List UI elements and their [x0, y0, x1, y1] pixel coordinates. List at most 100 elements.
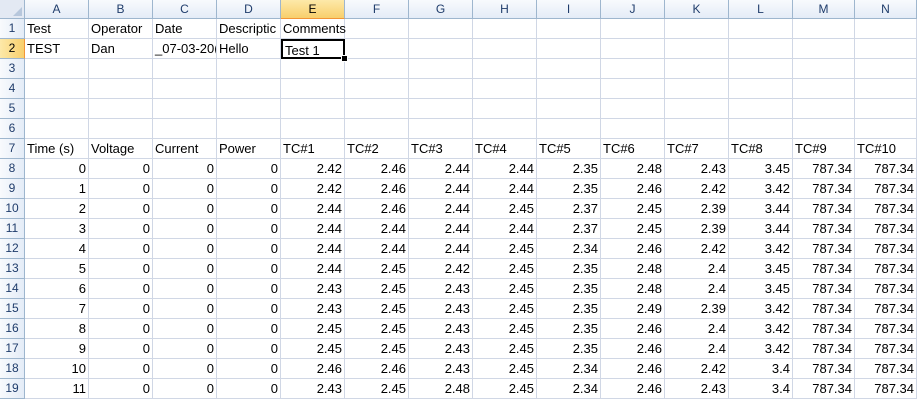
cell-n2[interactable] — [855, 39, 917, 59]
cell-l7[interactable]: TC#8 — [729, 139, 793, 159]
cell-h14[interactable]: 2.45 — [473, 279, 537, 299]
cell-n15[interactable]: 787.34 — [855, 299, 917, 319]
row-header-19[interactable]: 19 — [0, 379, 25, 399]
row-header-6[interactable]: 6 — [0, 119, 25, 139]
cell-h9[interactable]: 2.44 — [473, 179, 537, 199]
cell-h5[interactable] — [473, 99, 537, 119]
cell-d1[interactable]: Descriptic — [217, 19, 281, 39]
cell-h3[interactable] — [473, 59, 537, 79]
cell-i15[interactable]: 2.35 — [537, 299, 601, 319]
cell-c16[interactable]: 0 — [153, 319, 217, 339]
cell-n8[interactable]: 787.34 — [855, 159, 917, 179]
cell-n19[interactable]: 787.34 — [855, 379, 917, 399]
cell-m18[interactable]: 787.34 — [793, 359, 855, 379]
cell-g18[interactable]: 2.43 — [409, 359, 473, 379]
cell-j4[interactable] — [601, 79, 665, 99]
cell-g9[interactable]: 2.44 — [409, 179, 473, 199]
cell-a6[interactable] — [25, 119, 89, 139]
cell-f11[interactable]: 2.44 — [345, 219, 409, 239]
cell-g14[interactable]: 2.43 — [409, 279, 473, 299]
cell-l12[interactable]: 3.42 — [729, 239, 793, 259]
row-header-7[interactable]: 7 — [0, 139, 25, 159]
cell-i3[interactable] — [537, 59, 601, 79]
cell-j6[interactable] — [601, 119, 665, 139]
cell-j17[interactable]: 2.46 — [601, 339, 665, 359]
cell-l6[interactable] — [729, 119, 793, 139]
cell-f8[interactable]: 2.46 — [345, 159, 409, 179]
cell-h2[interactable] — [473, 39, 537, 59]
cell-c7[interactable]: Current — [153, 139, 217, 159]
cell-b3[interactable] — [89, 59, 153, 79]
cell-e9[interactable]: 2.42 — [281, 179, 345, 199]
cell-m11[interactable]: 787.34 — [793, 219, 855, 239]
cell-h10[interactable]: 2.45 — [473, 199, 537, 219]
cell-i14[interactable]: 2.35 — [537, 279, 601, 299]
cell-f13[interactable]: 2.45 — [345, 259, 409, 279]
cell-k10[interactable]: 2.39 — [665, 199, 729, 219]
cell-m3[interactable] — [793, 59, 855, 79]
row-header-15[interactable]: 15 — [0, 299, 25, 319]
column-header-j[interactable]: J — [601, 0, 665, 19]
active-cell-e2[interactable]: Test 1 — [281, 39, 345, 59]
row-header-17[interactable]: 17 — [0, 339, 25, 359]
cell-b1[interactable]: Operator — [89, 19, 153, 39]
cell-g15[interactable]: 2.43 — [409, 299, 473, 319]
cell-n16[interactable]: 787.34 — [855, 319, 917, 339]
cell-i2[interactable] — [537, 39, 601, 59]
cell-g5[interactable] — [409, 99, 473, 119]
row-header-3[interactable]: 3 — [0, 59, 25, 79]
cell-j9[interactable]: 2.46 — [601, 179, 665, 199]
cell-i4[interactable] — [537, 79, 601, 99]
cell-g1[interactable] — [409, 19, 473, 39]
cell-i19[interactable]: 2.34 — [537, 379, 601, 399]
cell-a12[interactable]: 4 — [25, 239, 89, 259]
cell-j10[interactable]: 2.45 — [601, 199, 665, 219]
cell-e10[interactable]: 2.44 — [281, 199, 345, 219]
cell-a9[interactable]: 1 — [25, 179, 89, 199]
cell-d5[interactable] — [217, 99, 281, 119]
cell-f9[interactable]: 2.46 — [345, 179, 409, 199]
cell-n3[interactable] — [855, 59, 917, 79]
cell-i16[interactable]: 2.35 — [537, 319, 601, 339]
column-header-l[interactable]: L — [729, 0, 793, 19]
cell-d6[interactable] — [217, 119, 281, 139]
cell-n12[interactable]: 787.34 — [855, 239, 917, 259]
cell-a13[interactable]: 5 — [25, 259, 89, 279]
cell-c10[interactable]: 0 — [153, 199, 217, 219]
cell-h18[interactable]: 2.45 — [473, 359, 537, 379]
cell-c14[interactable]: 0 — [153, 279, 217, 299]
cell-m10[interactable]: 787.34 — [793, 199, 855, 219]
cell-h8[interactable]: 2.44 — [473, 159, 537, 179]
cell-d7[interactable]: Power — [217, 139, 281, 159]
cell-b2[interactable]: Dan — [89, 39, 153, 59]
cell-c17[interactable]: 0 — [153, 339, 217, 359]
cell-m1[interactable] — [793, 19, 855, 39]
cell-e3[interactable] — [281, 59, 345, 79]
cell-j1[interactable] — [601, 19, 665, 39]
cell-c19[interactable]: 0 — [153, 379, 217, 399]
cell-h12[interactable]: 2.45 — [473, 239, 537, 259]
cell-m8[interactable]: 787.34 — [793, 159, 855, 179]
cell-g4[interactable] — [409, 79, 473, 99]
cell-n10[interactable]: 787.34 — [855, 199, 917, 219]
cell-d4[interactable] — [217, 79, 281, 99]
cell-b11[interactable]: 0 — [89, 219, 153, 239]
cell-k9[interactable]: 2.42 — [665, 179, 729, 199]
cell-d13[interactable]: 0 — [217, 259, 281, 279]
cell-f5[interactable] — [345, 99, 409, 119]
cell-i6[interactable] — [537, 119, 601, 139]
cell-c8[interactable]: 0 — [153, 159, 217, 179]
cell-b19[interactable]: 0 — [89, 379, 153, 399]
cell-i7[interactable]: TC#5 — [537, 139, 601, 159]
cell-l15[interactable]: 3.42 — [729, 299, 793, 319]
cell-j7[interactable]: TC#6 — [601, 139, 665, 159]
cell-b8[interactable]: 0 — [89, 159, 153, 179]
cell-c9[interactable]: 0 — [153, 179, 217, 199]
cell-m12[interactable]: 787.34 — [793, 239, 855, 259]
cell-m16[interactable]: 787.34 — [793, 319, 855, 339]
cell-l11[interactable]: 3.44 — [729, 219, 793, 239]
cell-e17[interactable]: 2.45 — [281, 339, 345, 359]
cell-j11[interactable]: 2.45 — [601, 219, 665, 239]
cell-k4[interactable] — [665, 79, 729, 99]
column-header-c[interactable]: C — [153, 0, 217, 19]
